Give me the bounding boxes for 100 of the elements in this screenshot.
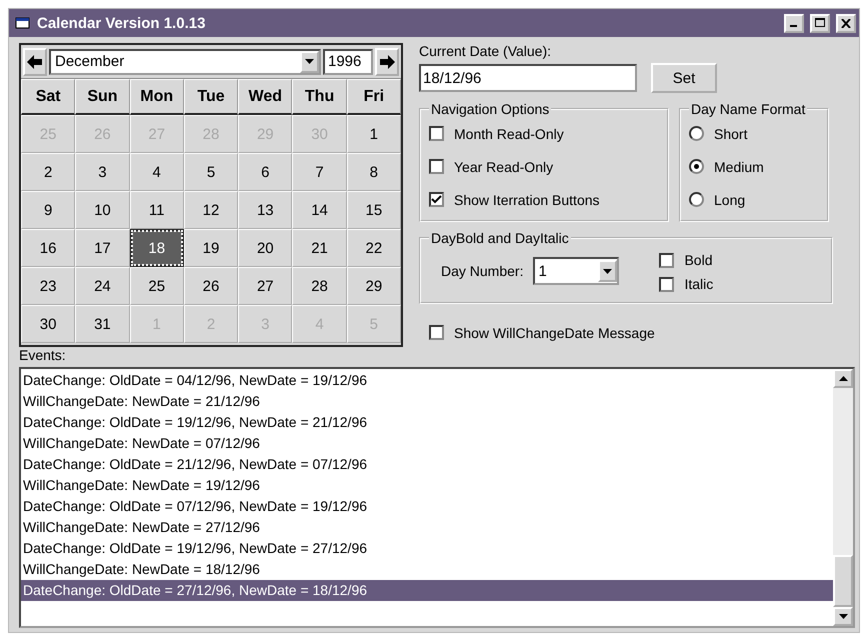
day-cell[interactable]: 12	[184, 191, 238, 229]
day-cell[interactable]: 10	[75, 191, 130, 229]
day-cell[interactable]: 19	[184, 229, 238, 267]
checkbox-label: Show WillChangeDate Message	[454, 324, 655, 340]
dropdown-button[interactable]	[598, 260, 618, 282]
radio-button[interactable]	[689, 126, 704, 141]
event-item[interactable]: DateChange: OldDate = 21/12/96, NewDate = 07/12/96	[21, 454, 833, 475]
event-item[interactable]: DateChange: OldDate = 19/12/96, NewDate = 27/12/96	[21, 538, 833, 559]
previous-month-button[interactable]	[23, 48, 47, 76]
day-cell[interactable]: 6	[238, 153, 292, 191]
day-cell[interactable]: 14	[292, 191, 347, 229]
day-cell[interactable]: 2	[21, 153, 76, 191]
day-cell[interactable]: 15	[346, 191, 401, 229]
close-button[interactable]	[836, 14, 856, 32]
day-cell[interactable]: 31	[75, 305, 130, 343]
minimize-button[interactable]	[784, 14, 804, 32]
check-icon	[431, 195, 442, 204]
checkbox[interactable]	[659, 276, 674, 292]
checkbox[interactable]	[429, 192, 444, 207]
day-cell[interactable]: 24	[75, 267, 130, 305]
scroll-up-button[interactable]	[833, 369, 853, 388]
day-cell[interactable]: 20	[238, 229, 292, 267]
event-item[interactable]: DateChange: OldDate = 07/12/96, NewDate = 19/12/96	[21, 496, 833, 517]
checkbox[interactable]	[429, 325, 444, 340]
radio-button[interactable]	[689, 192, 704, 207]
day-name-header: Thu	[292, 79, 347, 115]
dropdown-button[interactable]	[300, 50, 319, 72]
checkbox-option[interactable]: Italic	[659, 272, 714, 296]
checkbox[interactable]	[429, 159, 444, 174]
day-name-header: Sun	[75, 79, 130, 115]
day-name-header: Fri	[346, 79, 401, 115]
day-cell[interactable]: 17	[75, 229, 130, 267]
checkbox-label: Italic	[684, 276, 714, 292]
event-item[interactable]: DateChange: OldDate = 04/12/96, NewDate = 19/12/96	[21, 370, 833, 391]
month-dropdown[interactable]: December	[49, 48, 321, 74]
scrollbar[interactable]	[833, 369, 853, 626]
day-cell[interactable]: 21	[292, 229, 347, 267]
event-item[interactable]: WillChangeDate: NewDate = 07/12/96	[21, 433, 833, 454]
day-cell[interactable]: 18	[130, 229, 184, 267]
maximize-button[interactable]	[810, 14, 830, 32]
radio-option[interactable]: Medium	[689, 152, 819, 181]
group-title: Navigation Options	[430, 101, 550, 117]
right-arrow-icon	[379, 54, 395, 68]
events-label: Events:	[19, 347, 67, 363]
day-number-dropdown[interactable]: 1	[533, 257, 620, 285]
day-cell[interactable]: 26	[184, 267, 238, 305]
next-month-button[interactable]	[375, 48, 399, 76]
day-cell[interactable]: 25	[130, 267, 184, 305]
day-cell[interactable]: 8	[346, 153, 401, 191]
radio-option[interactable]: Short	[689, 119, 819, 148]
checkbox-option[interactable]: Show WillChangeDate Message	[429, 318, 855, 347]
event-item[interactable]: WillChangeDate: NewDate = 18/12/96	[21, 559, 833, 580]
day-cell[interactable]: 16	[21, 229, 76, 267]
day-cell[interactable]: 22	[346, 229, 401, 267]
day-cell[interactable]: 7	[292, 153, 347, 191]
day-name-header: Mon	[130, 79, 184, 115]
day-cell[interactable]: 27	[238, 267, 292, 305]
day-cell[interactable]: 23	[21, 267, 76, 305]
set-button[interactable]: Set	[651, 63, 717, 93]
group-title: DayBold and DayItalic	[430, 230, 570, 246]
checkbox-label: Bold	[684, 252, 712, 268]
date-field[interactable]: 18/12/96	[419, 64, 637, 92]
day-cell[interactable]: 28	[292, 267, 347, 305]
window-title: Calendar Version 1.0.13	[37, 14, 206, 32]
scroll-down-button[interactable]	[833, 607, 853, 626]
left-arrow-icon	[27, 54, 43, 68]
day-cell[interactable]: 4	[130, 153, 184, 191]
day-cell[interactable]: 30	[21, 305, 76, 343]
event-item[interactable]: WillChangeDate: NewDate = 21/12/96	[21, 391, 833, 412]
events-list[interactable]	[19, 367, 855, 628]
year-field[interactable]: 1996	[323, 48, 373, 74]
day-cell[interactable]: 1	[346, 115, 401, 153]
group-title: Day Name Format	[690, 101, 806, 117]
day-cell[interactable]: 3	[75, 153, 130, 191]
event-item[interactable]: WillChangeDate: NewDate = 27/12/96	[21, 517, 833, 538]
app-icon	[15, 16, 31, 30]
event-item[interactable]: DateChange: OldDate = 19/12/96, NewDate = 21/12/96	[21, 412, 833, 433]
field-label: Current Date (Value):	[419, 43, 552, 59]
checkbox[interactable]	[659, 252, 674, 268]
radio-option[interactable]: Long	[689, 185, 819, 214]
scroll-thumb[interactable]	[833, 555, 853, 607]
radio-label: Medium	[714, 158, 764, 174]
down-triangle-icon	[305, 59, 314, 64]
checkbox-option[interactable]: Bold	[659, 248, 714, 272]
day-cell[interactable]: 29	[346, 267, 401, 305]
day-name-header: Tue	[184, 79, 238, 115]
checkbox-label: Year Read-Only	[454, 158, 554, 174]
close-icon	[841, 18, 851, 28]
day-cell[interactable]: 11	[130, 191, 184, 229]
event-item[interactable]: WillChangeDate: NewDate = 19/12/96	[21, 475, 833, 496]
radio-label: Short	[714, 126, 748, 142]
day-cell[interactable]: 9	[21, 191, 76, 229]
radio-button[interactable]	[689, 159, 704, 174]
day-cell[interactable]: 5	[184, 153, 238, 191]
checkbox-option[interactable]: Month Read-Only	[429, 119, 659, 148]
checkbox-option[interactable]: Show Iterration Buttons	[429, 185, 659, 214]
event-item[interactable]: DateChange: OldDate = 27/12/96, NewDate = 18/12/96	[21, 580, 833, 601]
checkbox[interactable]	[429, 126, 444, 141]
checkbox-option[interactable]: Year Read-Only	[429, 152, 659, 181]
day-cell[interactable]: 13	[238, 191, 292, 229]
